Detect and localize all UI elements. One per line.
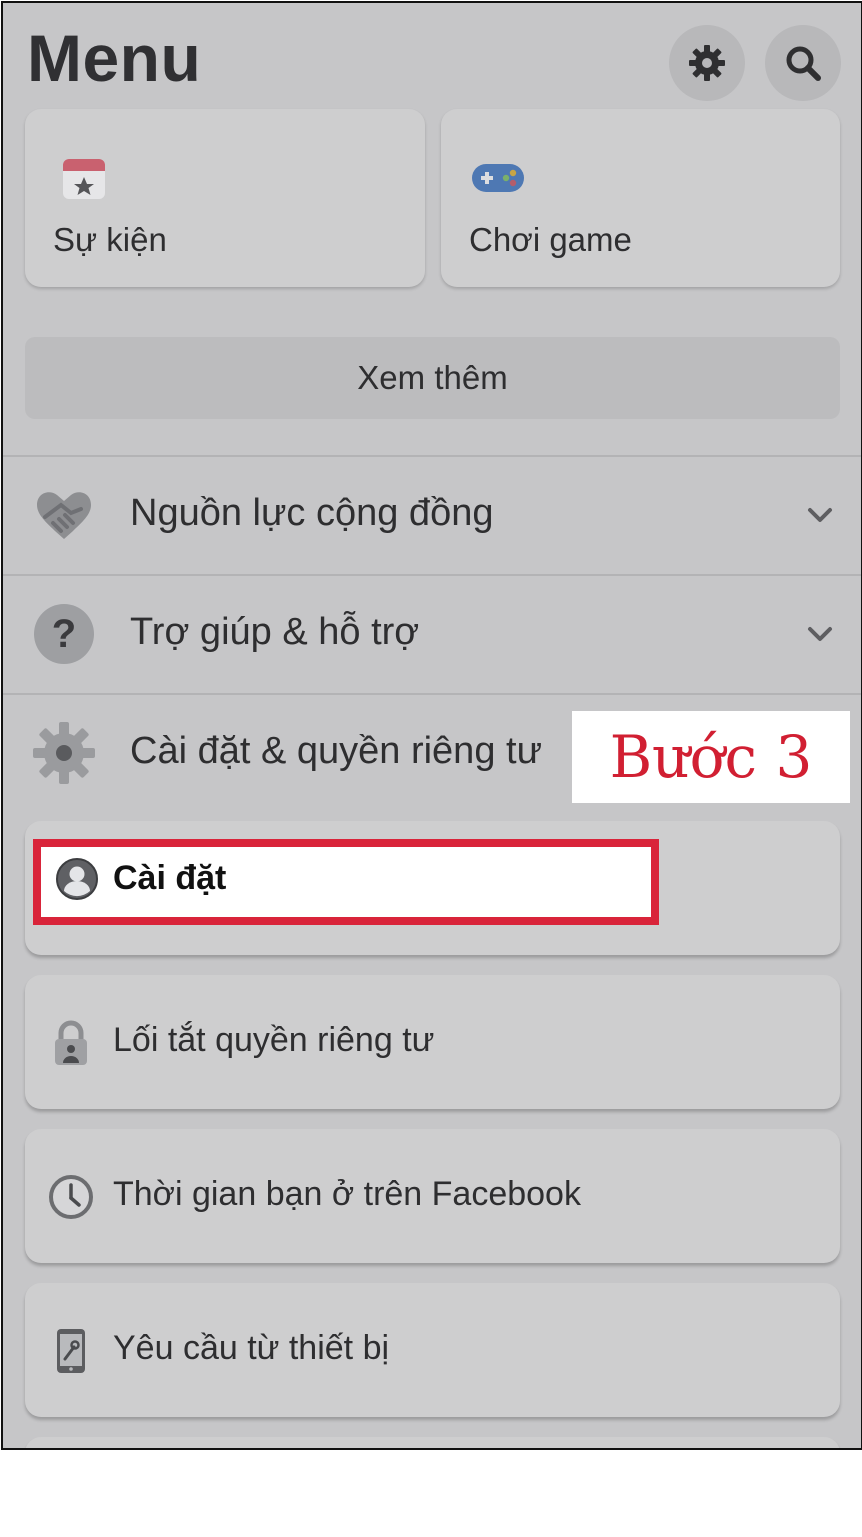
user-circle-icon — [56, 858, 98, 900]
shortcut-label: Sự kiện — [53, 221, 167, 258]
settings-item-device-requests[interactable]: Yêu cầu từ thiết bị — [25, 1283, 840, 1417]
chevron-down-icon[interactable] — [803, 498, 837, 532]
step-annotation: Bước 3 — [572, 711, 850, 803]
settings-button[interactable] — [669, 25, 745, 101]
divider — [3, 574, 861, 576]
page-title: Menu — [27, 21, 202, 95]
chevron-down-icon[interactable] — [803, 617, 837, 651]
settings-item-next[interactable] — [25, 1437, 840, 1448]
lock-icon — [55, 1020, 87, 1065]
search-icon — [786, 46, 821, 81]
gamepad-icon — [472, 164, 524, 192]
shortcut-card-events[interactable]: Sự kiện — [25, 109, 425, 287]
question-icon: ? — [34, 604, 94, 664]
divider — [3, 455, 861, 457]
svg-text:?: ? — [52, 612, 76, 656]
section-label: Nguồn lực cộng đồng — [130, 492, 494, 534]
handshake-icon — [37, 492, 91, 539]
divider — [3, 693, 861, 695]
section-community-resources[interactable]: Nguồn lực cộng đồng — [3, 458, 861, 574]
section-label: Cài đặt & quyền riêng tư — [130, 730, 543, 772]
settings-item-privacy-shortcuts[interactable]: Lối tắt quyền riêng tư — [25, 975, 840, 1109]
highlight-settings-box[interactable]: Cài đặt — [33, 839, 659, 925]
settings-item-label: Lối tắt quyền riêng tư — [113, 1021, 435, 1059]
shortcut-card-gaming[interactable]: Chơi game — [441, 109, 840, 287]
shortcut-label: Chơi game — [469, 221, 632, 258]
gear-icon — [33, 722, 95, 784]
see-more-button[interactable]: Xem thêm — [25, 337, 840, 419]
settings-item-time-on-facebook[interactable]: Thời gian bạn ở trên Facebook — [25, 1129, 840, 1263]
calendar-star-icon — [63, 159, 105, 199]
section-help-support[interactable]: ? Trợ giúp & hỗ trợ — [3, 577, 861, 693]
settings-item-label: Thời gian bạn ở trên Facebook — [113, 1175, 581, 1213]
settings-item-label: Cài đặt — [113, 859, 227, 897]
gear-icon — [689, 45, 725, 81]
search-button[interactable] — [765, 25, 841, 101]
clock-icon — [49, 1175, 93, 1219]
phone-screen: Menu Sự kiện Chơi game Xem thêm Nguồn lự… — [1, 1, 862, 1450]
settings-item-label: Yêu cầu từ thiết bị — [113, 1329, 390, 1367]
section-label: Trợ giúp & hỗ trợ — [130, 611, 420, 653]
phone-icon — [57, 1329, 85, 1373]
